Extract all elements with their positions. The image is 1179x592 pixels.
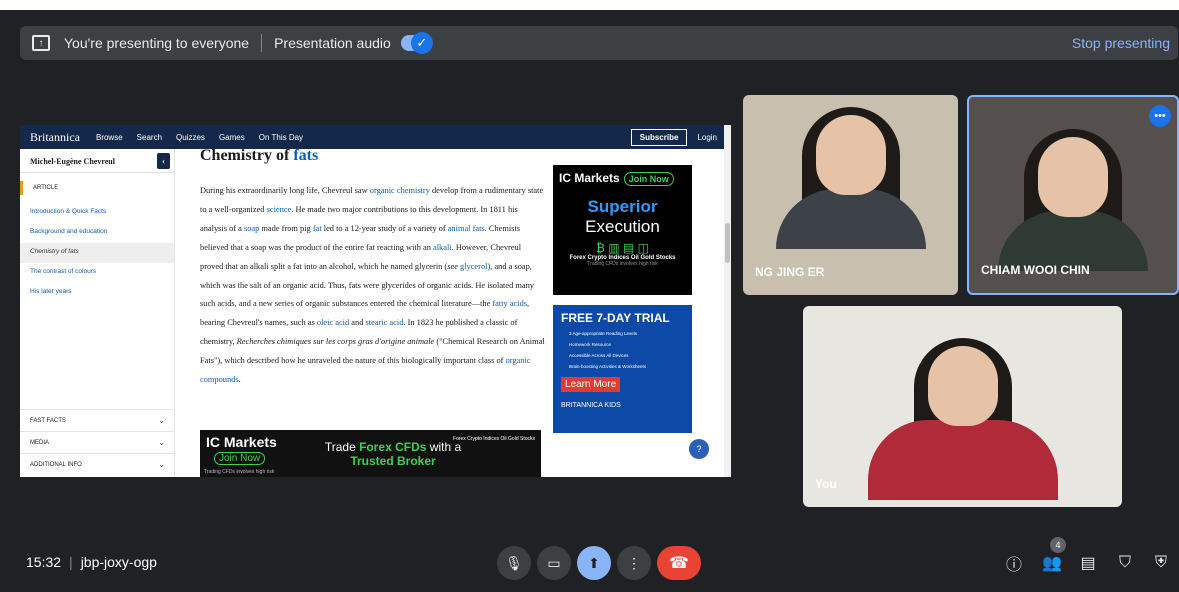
ad-ic-markets-banner[interactable]: IC Markets Join Now Trading CFDs involve… — [200, 430, 541, 477]
divider — [261, 34, 263, 52]
article-text: rudimentary — [484, 186, 526, 195]
participant-name: CHIAM WOOI CHIN — [981, 263, 1090, 277]
more-options-button[interactable]: ⋮ — [617, 546, 651, 580]
article-text: Recherches chimiques sur les corps gras … — [236, 337, 435, 347]
chat-icon[interactable]: ▤ — [1078, 553, 1098, 573]
article-paragraph: During his extraordinarily long life, Ch… — [200, 182, 545, 390]
britannica-logo[interactable]: Britannica — [30, 130, 80, 145]
section-additional-info[interactable]: ADDITIONAL INFO ⌄ — [20, 453, 175, 475]
article-link[interactable]: science — [267, 205, 292, 214]
nav-on-this-day[interactable]: On This Day — [259, 133, 303, 142]
participant-tile[interactable]: NG JING ER — [743, 95, 958, 295]
more-options-icon[interactable]: ••• — [1149, 105, 1171, 127]
self-view-label: You — [815, 477, 837, 491]
activities-icon[interactable]: ⛉ — [1115, 553, 1135, 573]
article-text: develop from a — [429, 186, 485, 195]
toc-item[interactable]: His later years — [20, 283, 174, 303]
sidebar-title: Michel-Eugène Chevreul ‹ — [20, 149, 174, 173]
article-sidebar: Michel-Eugène Chevreul ‹ ARTICLE Introdu… — [20, 149, 175, 477]
presentation-audio-label: Presentation audio — [274, 35, 391, 51]
present-screen-icon: ↑ — [32, 35, 50, 51]
article-body: Chemistry of fats During his extraordina… — [200, 147, 545, 477]
host-controls-icon[interactable]: ⛨ — [1151, 553, 1171, 573]
participant-count-badge: 4 — [1050, 537, 1066, 553]
article-text: see — [447, 261, 458, 271]
toc-item[interactable]: Background and education — [20, 223, 174, 243]
top-strip — [0, 0, 1179, 10]
ad-ic-markets-side[interactable]: IC Markets Join Now Superior Execution ₿ … — [553, 165, 692, 295]
article-label: ARTICLE — [20, 181, 174, 195]
toc-item-active[interactable]: Chemistry of fats — [20, 243, 174, 263]
chevron-down-icon: ⌄ — [158, 416, 165, 425]
section-media[interactable]: MEDIA ⌄ — [20, 431, 175, 453]
article-link[interactable]: organic chemistry — [370, 186, 430, 195]
shared-screen: Britannica Browse Search Quizzes Games O… — [20, 125, 731, 477]
meeting-code: jbp-joxy-ogp — [80, 554, 157, 570]
hang-up-icon: ☎ — [669, 555, 689, 572]
subscribe-button[interactable]: Subscribe — [630, 128, 688, 146]
article-text: During his extraordinarily long life, Ch… — [200, 186, 370, 195]
toc-item[interactable]: The contrast of colours — [20, 263, 174, 283]
current-time: 15:32 — [26, 554, 62, 570]
chevron-down-icon: ⌄ — [158, 438, 165, 447]
camera-icon: ▭ — [547, 554, 561, 571]
article-link[interactable]: glycerol — [460, 262, 487, 271]
ad-britannica-kids[interactable]: FREE 7-DAY TRIAL 3 Age-appropriate Readi… — [553, 305, 692, 433]
article-link[interactable]: stearic acid — [365, 318, 403, 327]
collapse-sidebar-button[interactable]: ‹ — [157, 153, 170, 169]
participant-name: NG JING ER — [755, 265, 825, 279]
microphone-button[interactable]: 🎙 — [497, 546, 531, 580]
participant-tile-pinned[interactable]: ••• CHIAM WOOI CHIN — [967, 95, 1179, 295]
microphone-icon: 🎙 — [505, 554, 523, 571]
nav-games[interactable]: Games — [219, 133, 245, 142]
article-text: and — [349, 318, 366, 328]
more-vert-icon: ⋮ — [627, 554, 641, 571]
leave-call-button[interactable]: ☎ — [657, 546, 701, 580]
article-link[interactable]: animal fats — [448, 224, 485, 233]
article-text: . — [238, 375, 241, 385]
article-text: led to a 12-year study of a variety of — [321, 223, 448, 233]
info-icon[interactable]: ⓘ — [1004, 553, 1024, 574]
presentation-banner: ↑ You're presenting to everyone Presenta… — [20, 26, 1178, 60]
article-link[interactable]: oleic acid — [317, 318, 349, 327]
market-icons: ₿ ▥ ▤ ◫ — [596, 241, 649, 255]
call-controls-bar: 15:32 | jbp-joxy-ogp 🎙 ▭ ⬆ ⋮ ☎ ⓘ 👥 ▤ ⛉ ⛨ — [0, 540, 1179, 586]
section-fast-facts[interactable]: FAST FACTS ⌄ — [20, 409, 175, 431]
stop-presenting-button[interactable]: Stop presenting — [1072, 35, 1178, 51]
present-now-button[interactable]: ⬆ — [577, 546, 611, 580]
article-heading: Chemistry of fats — [200, 147, 319, 164]
camera-button[interactable]: ▭ — [537, 546, 571, 580]
learn-more-button[interactable]: Learn More — [561, 377, 621, 392]
nav-browse[interactable]: Browse — [96, 133, 123, 142]
present-screen-icon: ⬆ — [588, 554, 600, 571]
toc-item[interactable]: Introduction & Quick Facts — [20, 203, 174, 223]
article-link[interactable]: alkali — [433, 243, 452, 252]
self-view-tile[interactable]: You — [803, 306, 1122, 507]
check-icon: ✓ — [410, 32, 433, 54]
presenting-status: You're presenting to everyone — [64, 35, 250, 51]
scrollbar[interactable] — [724, 125, 731, 477]
nav-quizzes[interactable]: Quizzes — [176, 133, 205, 142]
article-link[interactable]: fatty acids — [492, 299, 527, 308]
article-link[interactable]: fat — [313, 224, 322, 233]
nav-search[interactable]: Search — [137, 133, 162, 142]
help-icon[interactable]: ? — [689, 439, 709, 459]
britannica-navbar: Britannica Browse Search Quizzes Games O… — [20, 125, 731, 149]
meeting-info: 15:32 | jbp-joxy-ogp — [26, 554, 157, 570]
chevron-down-icon: ⌄ — [158, 460, 165, 469]
article-text: made from pig — [259, 223, 313, 233]
presentation-audio-toggle[interactable]: ✓ — [400, 32, 433, 54]
article-link[interactable]: soap — [244, 224, 259, 233]
people-icon[interactable]: 👥 — [1042, 553, 1062, 573]
login-button[interactable]: Login — [697, 133, 717, 142]
